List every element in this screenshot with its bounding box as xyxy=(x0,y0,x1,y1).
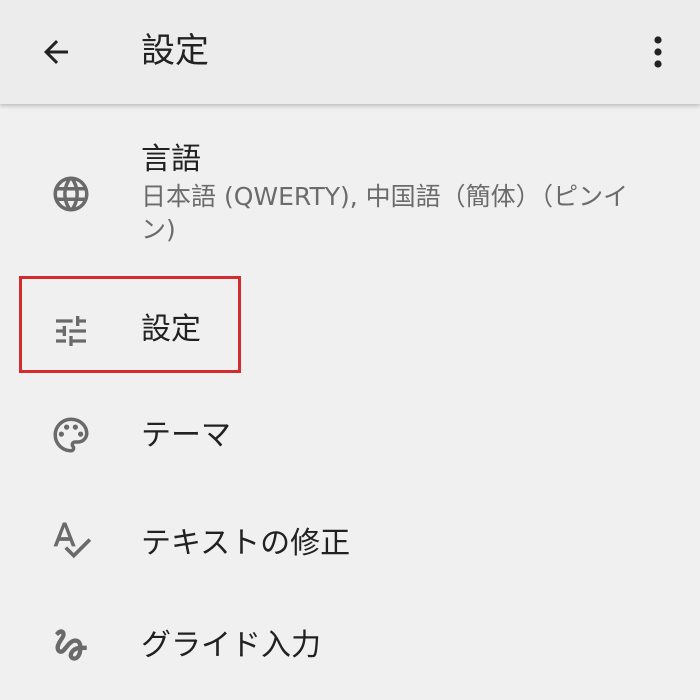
more-options-button[interactable] xyxy=(630,22,686,82)
page-title: 設定 xyxy=(141,31,209,71)
back-button[interactable] xyxy=(26,22,86,82)
list-item-label: グライド入力 xyxy=(141,628,321,663)
list-item-text-correction[interactable]: テキストの修正 xyxy=(0,488,700,588)
palette-icon xyxy=(46,410,96,460)
list-item-settings[interactable]: 設定 xyxy=(0,276,700,376)
app-bar: 設定 xyxy=(0,0,700,104)
list-item-label: 設定 xyxy=(141,312,201,347)
list-item-languages[interactable]: 言語 日本語 (QWERTY), 中国語（簡体）（ピンイン) xyxy=(0,134,700,254)
globe-icon xyxy=(46,169,96,219)
list-item-sublabel: 日本語 (QWERTY), 中国語（簡体）（ピンイン) xyxy=(141,182,629,244)
spellcheck-icon xyxy=(46,514,96,564)
list-item-label: テキストの修正 xyxy=(141,526,351,561)
list-item-theme[interactable]: テーマ xyxy=(0,384,700,484)
list-item-label: テーマ xyxy=(141,418,231,453)
list-item-label: 言語 xyxy=(141,142,201,177)
gesture-icon xyxy=(46,620,96,670)
list-item-glide-typing[interactable]: グライド入力 xyxy=(0,594,700,694)
more-vert-icon xyxy=(654,36,662,68)
tune-sliders-icon xyxy=(46,306,96,356)
arrow-back-icon xyxy=(44,40,68,64)
